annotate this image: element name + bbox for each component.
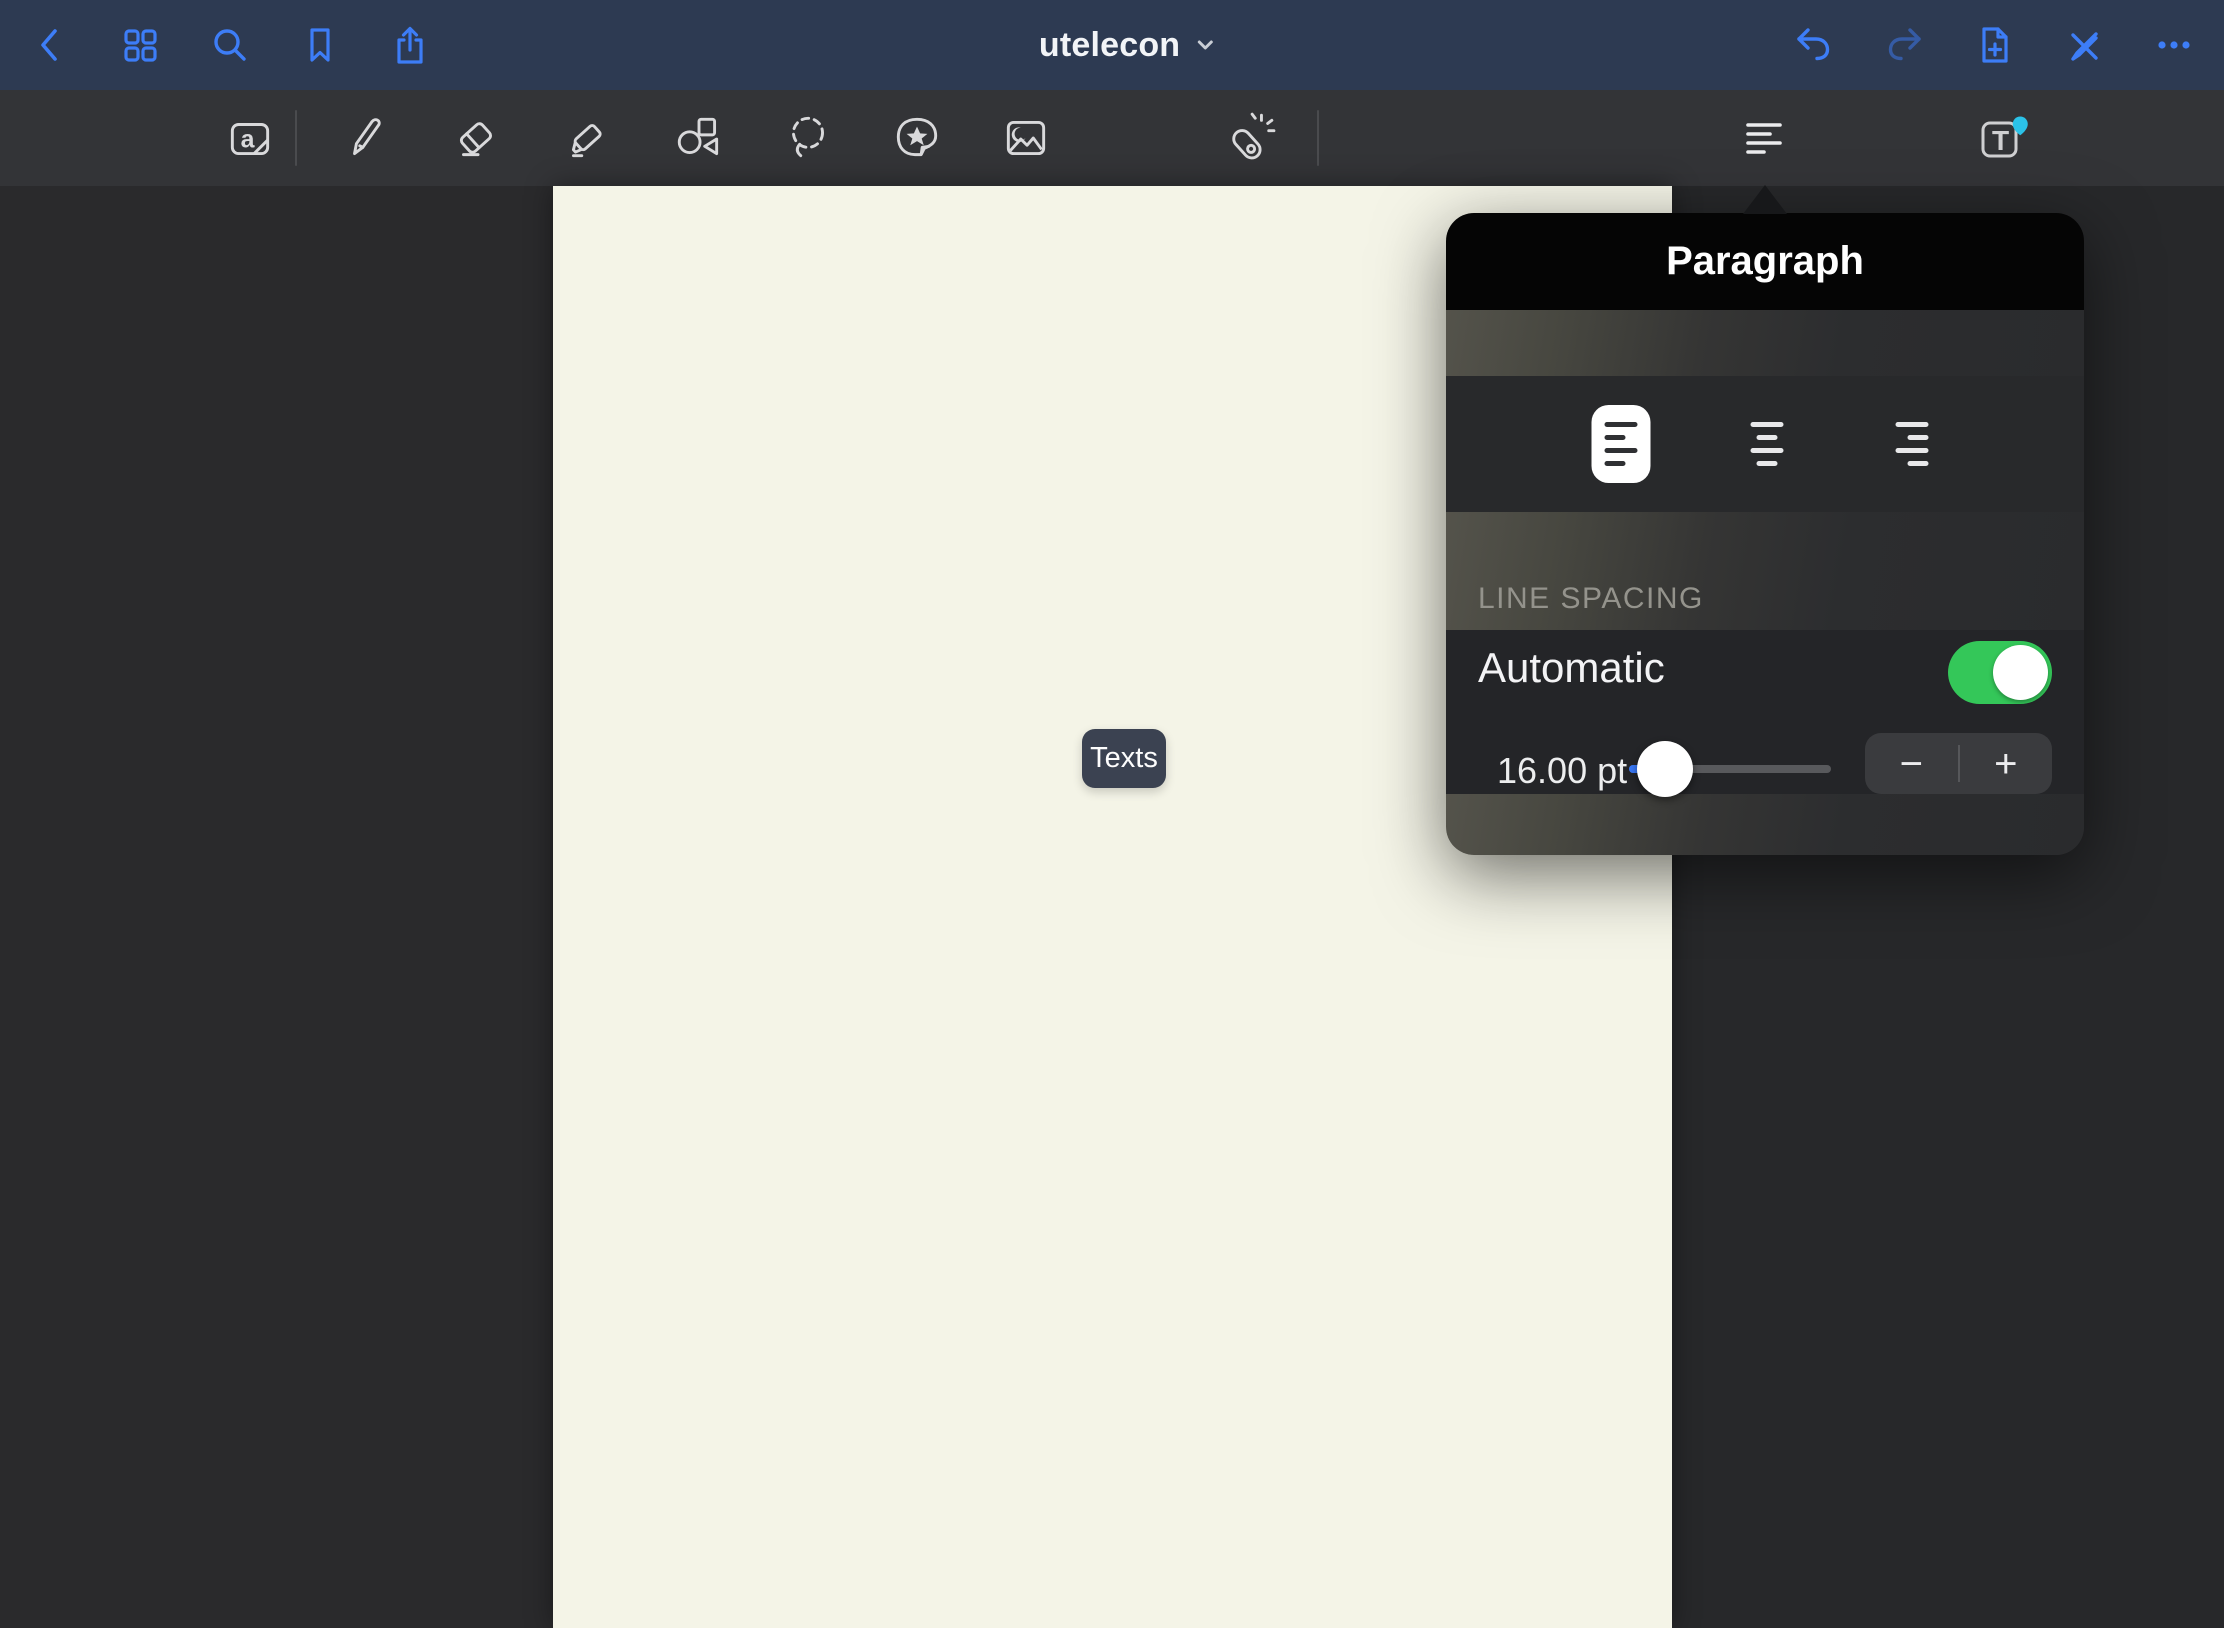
goodnotes-app-screen: utelecon a: [0, 0, 2224, 1628]
document-title: utelecon: [1039, 26, 1180, 65]
paragraph-popover: Paragraph LINE SPACING Automatic 16.00 p…: [1446, 213, 2084, 855]
texts-label[interactable]: Texts: [1082, 729, 1166, 788]
image-icon: [999, 111, 1053, 165]
line-spacing-slider[interactable]: [1629, 741, 1831, 797]
line-spacing-stepper: − +: [1865, 733, 2052, 794]
pen-icon: [340, 111, 394, 165]
chevron-left-icon: [28, 23, 72, 67]
align-right-button[interactable]: [1883, 405, 1942, 483]
svg-text:a: a: [241, 125, 256, 153]
sticker-star-icon: [890, 111, 944, 165]
grid-icon: [118, 23, 162, 67]
topbar-right-group: [1786, 0, 2202, 90]
align-center-button[interactable]: [1738, 405, 1797, 483]
pencil-x-icon: [2062, 23, 2106, 67]
more-options-button[interactable]: [2146, 17, 2202, 73]
eraser-icon: [450, 111, 504, 165]
back-button[interactable]: [22, 17, 78, 73]
lasso-icon: [781, 111, 835, 165]
share-icon: [388, 23, 432, 67]
popover-arrow: [1743, 185, 1787, 214]
increase-spacing-button[interactable]: +: [1960, 733, 2053, 794]
eraser-tool-button[interactable]: [446, 107, 508, 169]
page-thumbnails-button[interactable]: [112, 17, 168, 73]
shapes-tool-button[interactable]: [668, 107, 730, 169]
toolbar-divider: [295, 110, 297, 166]
favorite-text-style-button[interactable]: T: [1972, 107, 2034, 169]
pen-tool-button[interactable]: [336, 107, 398, 169]
search-button[interactable]: [202, 17, 258, 73]
alignment-row: [1446, 376, 2084, 512]
laser-pointer-icon: [1222, 111, 1276, 165]
text-style-heart-icon: T: [1974, 109, 2032, 167]
highlighter-icon: [561, 111, 615, 165]
highlighter-tool-button[interactable]: [557, 107, 619, 169]
search-icon: [208, 23, 252, 67]
line-spacing-value: 16.00 pt: [1497, 750, 1627, 792]
toggle-knob: [1993, 645, 2048, 700]
share-button[interactable]: [382, 17, 438, 73]
popover-bottom-band: [1446, 794, 2084, 855]
zoom-window-icon: a: [223, 111, 277, 165]
ellipsis-icon: [2152, 23, 2196, 67]
line-spacing-controls: Automatic 16.00 pt − +: [1446, 630, 2084, 794]
image-tool-button[interactable]: [995, 107, 1057, 169]
align-left-button[interactable]: [1592, 405, 1651, 483]
bookmark-icon: [298, 23, 342, 67]
elements-tool-button[interactable]: [886, 107, 948, 169]
stylus-toggle-button[interactable]: [2056, 17, 2112, 73]
shapes-icon: [672, 111, 726, 165]
top-navigation-bar: utelecon: [0, 0, 2224, 90]
bookmark-button[interactable]: [292, 17, 348, 73]
laser-pointer-tool-button[interactable]: [1218, 107, 1280, 169]
document-title-button[interactable]: utelecon: [1039, 0, 1216, 90]
popover-header: Paragraph: [1446, 213, 2084, 310]
redo-icon: [1882, 23, 1926, 67]
line-spacing-section-label: LINE SPACING: [1478, 582, 1704, 616]
add-page-button[interactable]: [1966, 17, 2022, 73]
slider-thumb[interactable]: [1637, 741, 1693, 797]
chevron-down-icon: [1194, 34, 1216, 56]
automatic-label: Automatic: [1478, 644, 1665, 692]
redo-button[interactable]: [1876, 17, 1932, 73]
paragraph-alignment-button[interactable]: [1733, 107, 1795, 169]
svg-text:T: T: [1992, 125, 2009, 156]
tool-bar: a T Hi: [0, 90, 2224, 186]
zoom-window-tool-button[interactable]: a: [219, 107, 281, 169]
line-spacing-section-header: LINE SPACING: [1446, 512, 2084, 630]
align-left-icon: [1740, 114, 1788, 162]
popover-spacer-band: [1446, 310, 2084, 376]
popover-title: Paragraph: [1666, 239, 1864, 284]
undo-icon: [1792, 23, 1836, 67]
lasso-tool-button[interactable]: [777, 107, 839, 169]
decrease-spacing-button[interactable]: −: [1865, 733, 1958, 794]
add-page-icon: [1972, 23, 2016, 67]
topbar-left-group: [22, 0, 438, 90]
toolbar-divider: [1317, 110, 1319, 166]
automatic-toggle[interactable]: [1948, 641, 2052, 704]
undo-button[interactable]: [1786, 17, 1842, 73]
